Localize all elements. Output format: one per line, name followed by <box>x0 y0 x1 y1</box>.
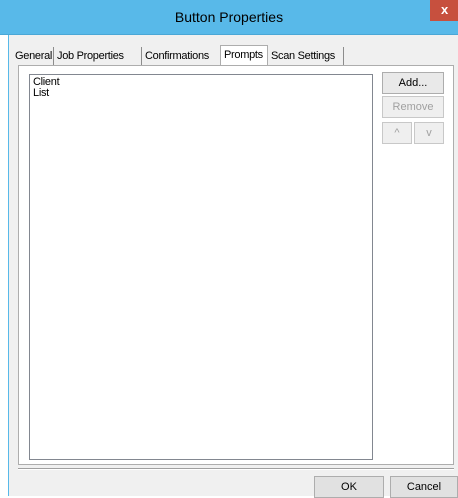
tab-scan-settings[interactable]: Scan Settings <box>268 47 344 65</box>
tab-prompts[interactable]: Prompts <box>220 45 268 66</box>
move-up-button[interactable]: ^ <box>382 122 412 144</box>
button-separator <box>18 468 454 470</box>
prompts-list[interactable]: Client List <box>29 74 373 460</box>
add-button[interactable]: Add... <box>382 72 444 94</box>
tab-job-properties[interactable]: Job Properties <box>54 47 142 65</box>
window-title: Button Properties <box>174 9 284 25</box>
list-item[interactable]: List <box>33 88 369 99</box>
remove-button[interactable]: Remove <box>382 96 444 118</box>
title-bar[interactable]: Button Properties x <box>0 0 458 35</box>
cancel-button[interactable]: Cancel <box>390 476 458 498</box>
move-down-button[interactable]: v <box>414 122 444 144</box>
list-item[interactable]: Client <box>33 77 369 88</box>
ok-button[interactable]: OK <box>314 476 384 498</box>
tab-confirmations[interactable]: Confirmations <box>142 47 222 65</box>
tab-general[interactable]: General <box>12 47 54 65</box>
close-button[interactable]: x <box>430 0 458 21</box>
